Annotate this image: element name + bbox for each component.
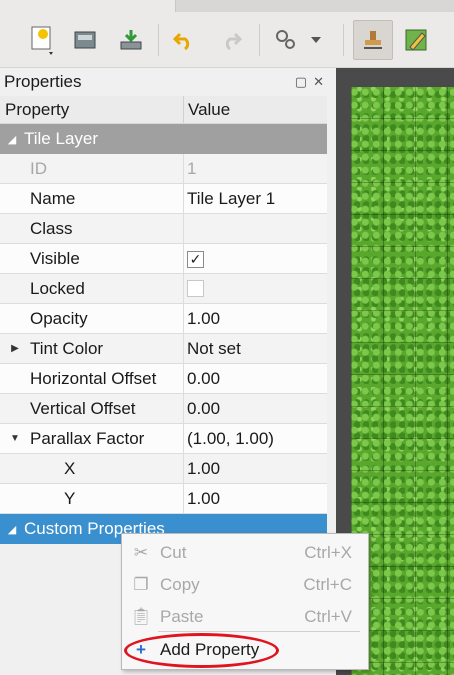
edit-icon[interactable]	[399, 22, 435, 58]
menu-item-copy[interactable]: ❐ Copy Ctrl+C	[122, 570, 368, 600]
class-field[interactable]	[184, 214, 327, 243]
table-row[interactable]: Horizontal Offset 0.00	[0, 364, 327, 394]
main-toolbar	[0, 0, 454, 68]
name-field[interactable]: Tile Layer 1	[184, 184, 327, 213]
copy-icon: ❐	[133, 575, 149, 594]
parallax-x-field[interactable]: 1.00	[184, 454, 327, 483]
table-row: ID 1	[0, 154, 327, 184]
parallax-field[interactable]: (1.00, 1.00)	[184, 424, 327, 453]
expand-arrow-icon[interactable]: ▶	[0, 334, 30, 363]
menu-item-cut[interactable]: ✂ Cut Ctrl+X	[122, 538, 368, 568]
tools-icon[interactable]	[268, 22, 304, 58]
table-row[interactable]: ▼ Parallax Factor (1.00, 1.00)	[0, 424, 327, 454]
horizontal-offset-field[interactable]: 0.00	[184, 364, 327, 393]
tab-strip	[175, 0, 454, 12]
chevron-down-icon[interactable]	[300, 22, 332, 58]
collapse-arrow-icon[interactable]: ◢	[0, 523, 24, 536]
opacity-field[interactable]: 1.00	[184, 304, 327, 333]
table-row[interactable]: Visible ✓	[0, 244, 327, 274]
table-row[interactable]: Y 1.00	[0, 484, 327, 514]
scissors-icon: ✂	[133, 543, 149, 562]
collapse-arrow-icon[interactable]: ◢	[0, 133, 24, 146]
highlight-annotation	[124, 633, 279, 668]
redo-icon[interactable]	[213, 22, 249, 58]
table-row[interactable]: Vertical Offset 0.00	[0, 394, 327, 424]
table-row[interactable]: Class	[0, 214, 327, 244]
header-value[interactable]: Value	[184, 96, 230, 123]
collapse-arrow-icon[interactable]: ▼	[0, 424, 30, 453]
undo-icon[interactable]	[166, 22, 202, 58]
vertical-offset-field[interactable]: 0.00	[184, 394, 327, 423]
properties-table: Property Value ◢ Tile Layer ID 1 Name Ti…	[0, 96, 327, 544]
table-row[interactable]: Opacity 1.00	[0, 304, 327, 334]
tint-color-field[interactable]: Not set	[184, 334, 327, 363]
clipboard-icon: 📋︎	[130, 607, 152, 626]
save-icon[interactable]	[113, 22, 149, 58]
group-tile-layer[interactable]: ◢ Tile Layer	[0, 124, 327, 154]
panel-title: Properties	[4, 72, 82, 91]
menu-item-paste[interactable]: 📋︎ Paste Ctrl+V	[122, 602, 368, 632]
header-property[interactable]: Property	[0, 96, 184, 123]
stamp-icon[interactable]	[353, 20, 393, 60]
table-row[interactable]: Name Tile Layer 1	[0, 184, 327, 214]
open-icon[interactable]	[68, 22, 104, 58]
float-icon[interactable]: ▢	[295, 74, 307, 90]
visible-checkbox[interactable]: ✓	[187, 250, 204, 268]
close-icon[interactable]: ✕	[313, 74, 324, 90]
locked-checkbox[interactable]	[187, 280, 204, 297]
table-header: Property Value	[0, 96, 327, 124]
table-row[interactable]: X 1.00	[0, 454, 327, 484]
parallax-y-field[interactable]: 1.00	[184, 484, 327, 513]
table-row[interactable]: ▶ Tint Color Not set	[0, 334, 327, 364]
new-icon[interactable]	[25, 22, 61, 58]
table-row[interactable]: Locked	[0, 274, 327, 304]
